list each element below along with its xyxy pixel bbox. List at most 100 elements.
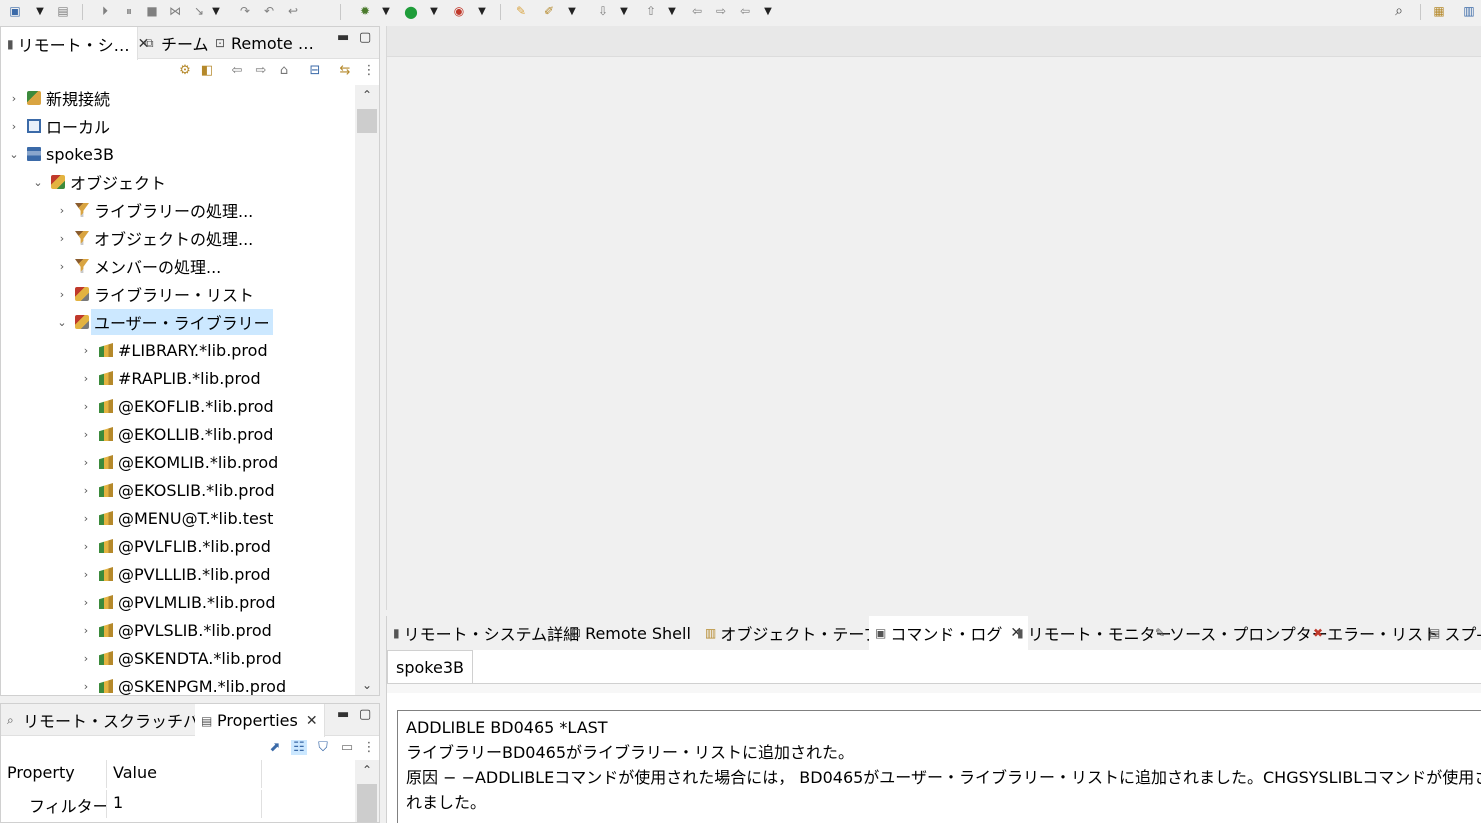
pin-view-icon[interactable]: ⬈ — [267, 740, 283, 755]
back-icon[interactable]: ⇦ — [229, 63, 245, 78]
scroll-up-icon[interactable]: ⌃ — [355, 85, 379, 105]
view-menu-icon[interactable]: ⋮ — [361, 740, 377, 755]
next-annotation-icon[interactable]: ⇩ — [594, 2, 612, 20]
chevron-right-icon[interactable]: › — [55, 204, 69, 217]
forward-icon[interactable]: ⇨ — [253, 63, 269, 78]
chevron-right-icon[interactable]: › — [79, 512, 93, 525]
tree-item-member-filter[interactable]: › メンバーの処理... — [55, 253, 221, 279]
tree-item-library[interactable]: › @EKOMLIB.*lib.prod — [79, 449, 278, 475]
chevron-right-icon[interactable]: › — [7, 120, 21, 133]
tree-scrollbar[interactable]: ⌃ ⌄ — [355, 85, 379, 695]
tree-item-library[interactable]: › @MENU@T.*lib.test — [79, 505, 274, 531]
back-dropdown-icon[interactable]: ▼ — [762, 2, 774, 20]
last-edit-icon[interactable]: ⇦ — [688, 2, 706, 20]
chevron-down-icon[interactable]: ⌄ — [55, 316, 69, 329]
resume-icon[interactable]: ⏵ — [96, 2, 114, 20]
tree-item-objects[interactable]: ⌄ オブジェクト — [31, 169, 166, 195]
drop-frame-icon[interactable]: ↩ — [284, 2, 302, 20]
tree-item-library-filter[interactable]: › ライブラリーの処理... — [55, 197, 253, 223]
chevron-right-icon[interactable]: › — [79, 652, 93, 665]
tree-item-user-libraries[interactable]: ⌄ ユーザー・ライブラリー — [55, 309, 273, 335]
step-over-icon[interactable]: ↷ — [236, 2, 254, 20]
minimize-icon[interactable]: ▬ — [337, 30, 349, 45]
step-into-icon[interactable]: ↘ — [190, 2, 208, 20]
close-icon[interactable]: ✕ — [306, 713, 318, 729]
view-menu-icon[interactable]: ⋮ — [361, 63, 377, 78]
chevron-right-icon[interactable]: › — [79, 344, 93, 357]
tree-item-library[interactable]: › @PVLLLIB.*lib.prod — [79, 561, 271, 587]
chevron-right-icon[interactable]: › — [7, 92, 21, 105]
tab-properties[interactable]: ▤ Properties ✕ — [195, 704, 325, 737]
external-tools-icon[interactable]: ◉ — [450, 2, 468, 20]
chevron-right-icon[interactable]: › — [79, 680, 93, 693]
tab-remote-systems[interactable]: ▮ リモート・シ… ✕ — [1, 27, 149, 60]
tree-item-library[interactable]: › #RAPLIB.*lib.prod — [79, 365, 261, 391]
log-subtab-spoke3b[interactable]: spoke3B — [387, 650, 473, 684]
back-icon[interactable]: ⇦ — [736, 2, 754, 20]
tree-item-new-connection[interactable]: › 新規接続 — [7, 85, 110, 111]
step-dropdown-icon[interactable]: ▼ — [210, 2, 222, 20]
minimize-icon[interactable]: ▬ — [337, 707, 349, 722]
highlight-icon[interactable]: ✎ — [512, 2, 530, 20]
chevron-right-icon[interactable]: › — [79, 568, 93, 581]
tree-item-library[interactable]: › #LIBRARY.*lib.prod — [79, 337, 268, 363]
tree-item-library[interactable]: › @PVLFLIB.*lib.prod — [79, 533, 271, 559]
show-categories-icon[interactable]: ☷ — [291, 740, 307, 755]
restore-default-icon[interactable]: ▭ — [339, 740, 355, 755]
tab-spool[interactable]: ▤ スプ- — [1423, 616, 1481, 650]
tab-command-log[interactable]: ▣ コマンド・ログ ✕ — [869, 616, 1029, 650]
chevron-right-icon[interactable]: › — [79, 456, 93, 469]
run-dropdown-icon[interactable]: ▼ — [428, 2, 440, 20]
scroll-up-icon[interactable]: ⌃ — [355, 760, 379, 780]
new-connection-tool-icon[interactable]: ⚙ — [177, 63, 193, 78]
chevron-right-icon[interactable]: › — [55, 232, 69, 245]
next-annotation-dropdown-icon[interactable]: ▼ — [618, 2, 630, 20]
properties-scrollbar[interactable]: ⌃ — [355, 760, 379, 822]
filter-icon[interactable]: ⛉ — [315, 740, 331, 755]
tree-item-library[interactable]: › @SKENPGM.*lib.prod — [79, 673, 286, 696]
chevron-right-icon[interactable]: › — [79, 624, 93, 637]
chevron-right-icon[interactable]: › — [79, 484, 93, 497]
save-icon[interactable]: ▤ — [54, 2, 72, 20]
pin-dropdown-icon[interactable]: ▼ — [566, 2, 578, 20]
column-header-value[interactable]: Value — [107, 760, 262, 788]
chevron-right-icon[interactable]: › — [79, 400, 93, 413]
tree-item-library[interactable]: › @SKENDTA.*lib.prod — [79, 645, 282, 671]
tab-team[interactable]: ⧉ チーム — [139, 27, 215, 59]
tab-remote-system-details[interactable]: ▮ リモート・システム詳細 — [387, 616, 585, 650]
pin-icon[interactable]: ✐ — [540, 2, 558, 20]
perspective-icon[interactable]: ▥ — [1460, 2, 1478, 20]
link-with-editor-icon[interactable]: ⇆ — [337, 63, 353, 78]
tree-item-object-filter[interactable]: › オブジェクトの処理... — [55, 225, 253, 251]
new-icon[interactable]: ▣ — [6, 2, 24, 20]
refresh-icon[interactable]: ◧ — [199, 63, 215, 78]
table-row[interactable]: フィルター・ 1 — [1, 790, 357, 818]
scroll-down-icon[interactable]: ⌄ — [355, 675, 379, 695]
chevron-down-icon[interactable]: ⌄ — [7, 148, 21, 161]
tree-item-library[interactable]: › @EKOLLIB.*lib.prod — [79, 421, 274, 447]
suspend-icon[interactable]: ⏸ — [120, 2, 138, 20]
prev-annotation-dropdown-icon[interactable]: ▼ — [666, 2, 678, 20]
open-perspective-icon[interactable]: ▦ — [1430, 2, 1448, 20]
chevron-right-icon[interactable]: › — [79, 372, 93, 385]
chevron-right-icon[interactable]: › — [79, 540, 93, 553]
tab-remote[interactable]: ⊡ Remote … — [209, 27, 320, 59]
tree-item-library-list[interactable]: › ライブラリー・リスト — [55, 281, 254, 307]
tree-item-library[interactable]: › @EKOFLIB.*lib.prod — [79, 393, 274, 419]
tree-item-library[interactable]: › @PVLSLIB.*lib.prod — [79, 617, 272, 643]
chevron-right-icon[interactable]: › — [55, 260, 69, 273]
search-icon[interactable]: ⌕ — [1390, 2, 1408, 20]
chevron-right-icon[interactable]: › — [79, 428, 93, 441]
column-header-property[interactable]: Property — [1, 760, 107, 788]
scrollbar-thumb[interactable] — [357, 784, 377, 822]
tree-item-library[interactable]: › @EKOSLIB.*lib.prod — [79, 477, 275, 503]
external-tools-dropdown-icon[interactable]: ▼ — [476, 2, 488, 20]
terminate-icon[interactable]: ■ — [143, 2, 161, 20]
disconnect-icon[interactable]: ⋈ — [166, 2, 184, 20]
tree-item-spoke3b[interactable]: ⌄ spoke3B — [7, 141, 114, 167]
maximize-icon[interactable]: ▢ — [359, 30, 371, 45]
forward-edit-icon[interactable]: ⇨ — [712, 2, 730, 20]
home-icon[interactable]: ⌂ — [276, 63, 292, 78]
debug-dropdown-icon[interactable]: ▼ — [380, 2, 392, 20]
chevron-right-icon[interactable]: › — [55, 288, 69, 301]
